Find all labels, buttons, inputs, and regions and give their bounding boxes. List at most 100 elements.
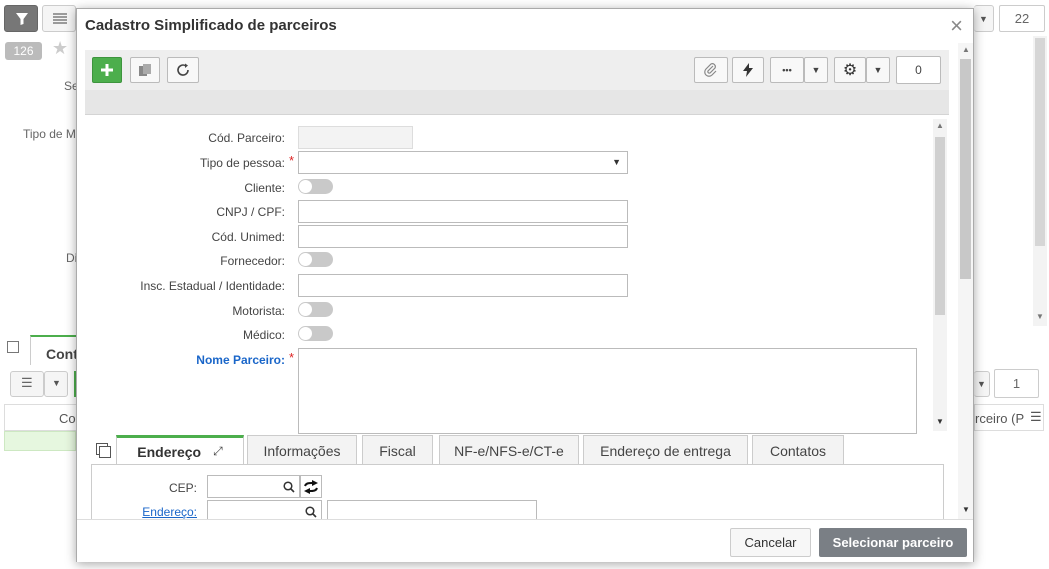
select-partner-button[interactable]: Selecionar parceiro bbox=[819, 528, 967, 557]
label-cod-parceiro: Cód. Parceiro: bbox=[208, 131, 285, 145]
cod-unimed-field[interactable] bbox=[298, 225, 628, 248]
bg-scroll-right[interactable]: ▼ bbox=[1033, 36, 1047, 326]
caret-down-icon: ▼ bbox=[873, 65, 883, 75]
scroll-up-icon[interactable]: ▲ bbox=[936, 121, 944, 130]
copy-icon bbox=[139, 64, 151, 76]
tab-fiscal[interactable]: Fiscal bbox=[362, 435, 433, 465]
copy-icon[interactable] bbox=[7, 341, 19, 353]
insc-estadual-field[interactable] bbox=[298, 274, 628, 297]
bg-top-dropdown[interactable]: ▼ bbox=[974, 5, 994, 32]
tab-contatos[interactable]: Contatos bbox=[752, 435, 844, 465]
scroll-down-icon[interactable]: ▼ bbox=[1036, 312, 1044, 321]
more-options-button[interactable]: ••• bbox=[770, 57, 804, 83]
list-icon bbox=[53, 13, 67, 24]
caret-down-icon: ▼ bbox=[52, 378, 61, 388]
label-medico: Médico: bbox=[242, 328, 285, 342]
filter-icon bbox=[16, 13, 28, 25]
copy-icon-back bbox=[99, 446, 111, 458]
label-insc-estadual: Insc. Estadual / Identidade: bbox=[140, 279, 285, 293]
more-options-dropdown[interactable]: ▼ bbox=[804, 57, 828, 83]
dialog-scrollbar[interactable]: ▲ ▼ bbox=[958, 43, 973, 519]
bg-grid-selected-row bbox=[4, 431, 76, 451]
scroll-down-icon[interactable]: ▼ bbox=[962, 505, 970, 514]
partner-form: Cód. Parceiro: Tipo de pessoa: * ▼ Clien… bbox=[85, 115, 949, 435]
bg-list-button[interactable]: ☰ bbox=[10, 371, 44, 397]
tipo-pessoa-select[interactable]: ▼ bbox=[298, 151, 628, 174]
cancel-button[interactable]: Cancelar bbox=[730, 528, 811, 557]
scroll-thumb[interactable] bbox=[1035, 38, 1045, 246]
list-icon: ☰ bbox=[21, 375, 33, 390]
label-cnpj-cpf: CNPJ / CPF: bbox=[216, 205, 285, 219]
refresh-button[interactable] bbox=[167, 57, 199, 83]
gear-icon: ⚙ bbox=[842, 62, 858, 79]
tab-nfe[interactable]: NF-e/NFS-e/CT-e bbox=[439, 435, 579, 465]
label-endereco[interactable]: Endereço: bbox=[0, 505, 197, 519]
cep-field[interactable] bbox=[207, 475, 300, 498]
search-icon[interactable] bbox=[283, 481, 295, 493]
column-menu-icon[interactable]: ☰ bbox=[1030, 409, 1042, 425]
label-cod-unimed: Cód. Unimed: bbox=[211, 230, 285, 244]
bg-tab-cont[interactable]: Cont bbox=[30, 335, 78, 365]
filter-button[interactable] bbox=[4, 5, 38, 32]
lightning-icon bbox=[743, 63, 753, 77]
detail-tabs: Endereço ⤢ Informações Fiscal NF-e/NFS-e… bbox=[85, 435, 949, 465]
duplicate-button[interactable] bbox=[130, 57, 160, 83]
bg-list-dropdown[interactable]: ▼ bbox=[44, 371, 68, 397]
toolbar: ••• ▼ ⚙ ▼ 0 bbox=[85, 50, 949, 90]
bg-grid-header: Co bbox=[4, 404, 76, 431]
nome-parceiro-textarea[interactable] bbox=[298, 348, 917, 434]
search-icon[interactable] bbox=[305, 506, 317, 518]
label-fornecedor: Fornecedor: bbox=[220, 254, 285, 268]
address-panel: CEP: Endereço: bbox=[91, 464, 944, 523]
paperclip-icon bbox=[704, 63, 717, 77]
record-badge: 126 bbox=[5, 42, 42, 60]
bg-top-counter: 22 bbox=[999, 5, 1045, 32]
caret-down-icon: ▼ bbox=[612, 157, 621, 167]
record-counter: 0 bbox=[896, 56, 941, 84]
add-button[interactable] bbox=[92, 57, 122, 83]
required-mark: * bbox=[289, 350, 295, 365]
form-header-bar bbox=[85, 90, 949, 115]
tab-endereco[interactable]: Endereço ⤢ bbox=[116, 435, 244, 465]
label-nome-parceiro[interactable]: Nome Parceiro: bbox=[85, 353, 285, 367]
cnpj-cpf-field[interactable] bbox=[298, 200, 628, 223]
scroll-down-icon[interactable]: ▼ bbox=[936, 417, 944, 426]
scroll-thumb[interactable] bbox=[960, 59, 971, 279]
bg-mid-counter: 1 bbox=[994, 369, 1039, 398]
motorista-toggle[interactable] bbox=[298, 302, 333, 317]
attach-button[interactable] bbox=[694, 57, 728, 83]
cod-parceiro-field bbox=[298, 126, 413, 149]
bg-mid-dropdown[interactable]: ▼ bbox=[974, 371, 990, 397]
scroll-thumb[interactable] bbox=[935, 137, 945, 315]
label-motorista: Motorista: bbox=[232, 304, 285, 318]
settings-dropdown[interactable]: ▼ bbox=[866, 57, 890, 83]
list-view-button[interactable] bbox=[42, 5, 76, 32]
fornecedor-toggle[interactable] bbox=[298, 252, 333, 267]
dialog-footer: Cancelar Selecionar parceiro bbox=[77, 519, 973, 562]
scroll-up-icon[interactable]: ▲ bbox=[962, 45, 970, 54]
label-cliente: Cliente: bbox=[244, 181, 285, 195]
caret-down-icon: ▼ bbox=[979, 14, 988, 24]
partner-dialog: Cadastro Simplificado de parceiros × •••… bbox=[76, 8, 974, 562]
settings-button[interactable]: ⚙ bbox=[834, 57, 866, 83]
star-icon[interactable]: ★ bbox=[52, 38, 68, 59]
lookup-cep-button[interactable] bbox=[300, 475, 322, 498]
cliente-toggle[interactable] bbox=[298, 179, 333, 194]
label-tipo-pessoa: Tipo de pessoa: bbox=[200, 156, 285, 170]
swap-arrows-icon bbox=[304, 480, 318, 494]
form-scrollbar[interactable]: ▲ ▼ bbox=[933, 119, 947, 431]
medico-toggle[interactable] bbox=[298, 326, 333, 341]
tab-endereco-entrega[interactable]: Endereço de entrega bbox=[583, 435, 748, 465]
tab-label: Endereço bbox=[137, 443, 202, 460]
tab-informacoes[interactable]: Informações bbox=[247, 435, 357, 465]
expand-icon[interactable]: ⤢ bbox=[213, 444, 223, 459]
bg-label-tipo: Tipo de M bbox=[23, 127, 76, 141]
caret-down-icon: ▼ bbox=[977, 379, 986, 389]
plus-icon bbox=[101, 64, 113, 76]
actions-button[interactable] bbox=[732, 57, 764, 83]
required-mark: * bbox=[289, 153, 295, 168]
label-cep: CEP: bbox=[168, 481, 197, 495]
close-icon[interactable]: × bbox=[950, 13, 963, 39]
dialog-title: Cadastro Simplificado de parceiros bbox=[85, 17, 337, 34]
refresh-icon bbox=[177, 63, 189, 76]
